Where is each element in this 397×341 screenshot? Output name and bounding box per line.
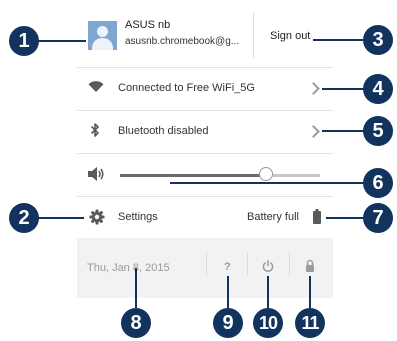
sign-out-divider <box>253 12 254 58</box>
callout-9: 9 <box>213 308 243 338</box>
callout-leader <box>322 88 364 90</box>
divider <box>77 196 333 197</box>
bluetooth-icon <box>90 123 99 137</box>
callout-leader <box>267 276 269 308</box>
network-label: Connected to Free WiFi_5G <box>118 82 255 94</box>
footer-divider <box>289 252 290 276</box>
callout-6: 6 <box>363 168 393 198</box>
lock-icon[interactable] <box>305 259 315 272</box>
callout-leader <box>322 130 364 132</box>
help-icon[interactable]: ? <box>224 261 231 273</box>
callout-leader <box>135 268 137 308</box>
callout-3: 3 <box>363 25 393 55</box>
callout-leader <box>227 276 229 308</box>
gear-icon <box>89 209 105 225</box>
avatar-shoulders <box>92 38 113 50</box>
callout-leader <box>38 40 86 42</box>
volume-slider-fill <box>120 174 266 177</box>
avatar-head <box>97 26 108 37</box>
callout-10: 10 <box>253 308 283 338</box>
avatar <box>88 21 117 50</box>
wifi-icon <box>88 81 104 92</box>
callout-leader <box>313 39 363 41</box>
callout-leader <box>326 217 364 219</box>
callout-11: 11 <box>295 308 325 338</box>
divider <box>77 153 333 154</box>
footer-divider <box>206 252 207 276</box>
speaker-icon[interactable] <box>87 166 105 182</box>
volume-slider-thumb[interactable] <box>259 167 273 181</box>
bluetooth-label: Bluetooth disabled <box>118 125 209 137</box>
callout-leader <box>309 276 311 308</box>
settings-button[interactable]: Settings <box>118 211 158 223</box>
account-name: ASUS nb <box>125 19 171 31</box>
footer-divider <box>247 252 248 276</box>
callout-8: 8 <box>121 308 151 338</box>
callout-5: 5 <box>363 116 393 146</box>
callout-leader <box>38 217 84 219</box>
account-email: asusnb.chromebook@g... <box>125 36 240 47</box>
volume-slider[interactable] <box>120 167 320 181</box>
date-display: Thu, Jan 8, 2015 <box>87 262 170 274</box>
battery-icon <box>313 209 321 224</box>
callout-1: 1 <box>9 26 39 56</box>
power-icon[interactable] <box>262 260 274 272</box>
sign-out-button[interactable]: Sign out <box>270 30 310 42</box>
callout-7: 7 <box>363 203 393 233</box>
callout-2: 2 <box>9 203 39 233</box>
battery-status: Battery full <box>247 211 299 223</box>
callout-4: 4 <box>363 74 393 104</box>
callout-leader <box>170 182 365 184</box>
